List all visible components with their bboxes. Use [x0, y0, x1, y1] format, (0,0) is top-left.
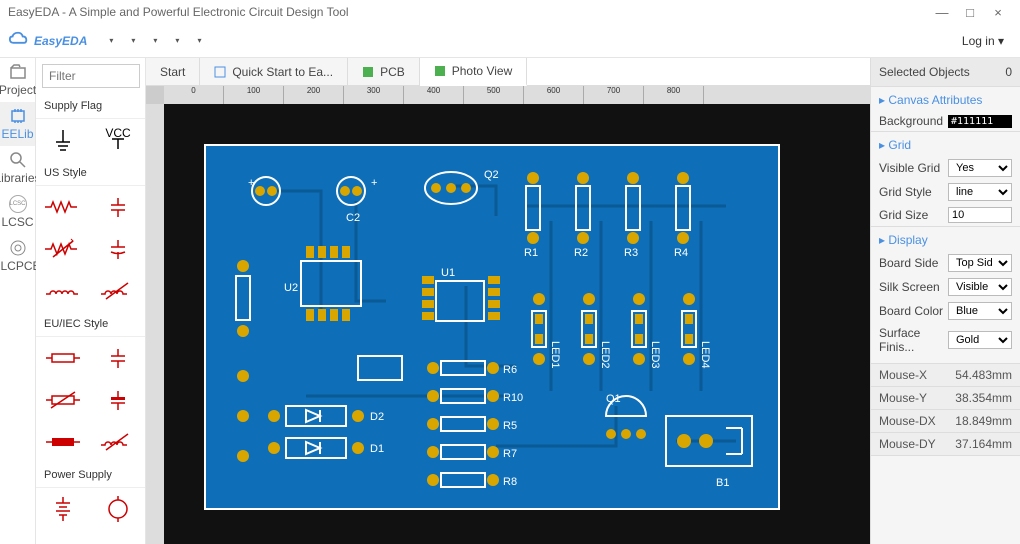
close-button[interactable]: ×	[984, 5, 1012, 20]
svg-text:Q2: Q2	[484, 169, 499, 181]
board-color-select[interactable]: Blue	[948, 302, 1012, 320]
mouse-x: 54.483mm	[955, 368, 1012, 382]
svg-text:D2: D2	[370, 411, 384, 423]
app-title: EasyEDA - A Simple and Powerful Electron…	[8, 5, 349, 19]
svg-text:U2: U2	[284, 282, 298, 294]
symbol-resistor-var-us[interactable]	[36, 228, 91, 270]
symbol-capacitor-eu[interactable]	[91, 337, 146, 379]
tab-start[interactable]: Start	[146, 58, 200, 85]
symbol-capacitor-pol-eu[interactable]	[91, 379, 146, 421]
symbol-resistor-var-eu[interactable]	[36, 379, 91, 421]
svg-text:R4: R4	[674, 247, 688, 259]
symbol-battery[interactable]	[36, 488, 91, 530]
symbol-resistor-fill-eu[interactable]	[36, 421, 91, 463]
group-display[interactable]: ▸ Display	[871, 226, 1020, 251]
properties-panel: Selected Objects 0 ▸ Canvas Attributes Ba…	[870, 58, 1020, 544]
svg-text:LED1: LED1	[549, 341, 561, 369]
svg-text:R2: R2	[574, 247, 588, 259]
lcsc-tab[interactable]: LCSCLCSC	[0, 190, 35, 234]
symbol-ac-source[interactable]	[91, 488, 146, 530]
eelib-tab[interactable]: EELib	[0, 102, 35, 146]
library-panel: Supply Flag VCC US Style EU/IEC Style	[36, 58, 146, 544]
svg-text:R5: R5	[503, 420, 517, 432]
svg-text:+: +	[371, 177, 377, 189]
svg-text:R6: R6	[503, 364, 517, 376]
section-supply-flag: Supply Flag	[36, 94, 145, 119]
symbol-vcc[interactable]: VCC	[91, 119, 146, 161]
selected-count: 0	[1005, 65, 1012, 79]
svg-text:R1: R1	[524, 247, 538, 259]
symbol-capacitor-pol-us[interactable]	[91, 228, 146, 270]
jlcpcb-tab[interactable]: JLCPCB	[0, 234, 35, 278]
ruler-vertical	[146, 104, 164, 544]
grid-size-input[interactable]	[948, 207, 1012, 223]
board-side-select[interactable]: Top Side	[948, 254, 1012, 272]
symbol-inductor-eu[interactable]	[91, 421, 146, 463]
symbol-inductor-var-us[interactable]	[91, 270, 146, 312]
symbol-inductor-us[interactable]	[36, 270, 91, 312]
tab-quickstart[interactable]: Quick Start to Ea...	[200, 58, 348, 85]
svg-text:R8: R8	[503, 476, 517, 488]
bg-value[interactable]: #111111	[948, 115, 1012, 128]
section-eu-style: EU/IEC Style	[36, 312, 145, 337]
ruler-corner	[146, 86, 164, 104]
svg-text:LED4: LED4	[699, 341, 711, 369]
help-menu[interactable]: ?▾	[187, 32, 209, 49]
login-button[interactable]: Log in ▾	[954, 30, 1012, 52]
svg-text:Q1: Q1	[606, 393, 621, 405]
maximize-button[interactable]: □	[956, 5, 984, 20]
visible-grid-select[interactable]: Yes	[948, 159, 1012, 177]
svg-text:D1: D1	[370, 443, 384, 455]
settings-menu[interactable]: ▾	[165, 32, 187, 49]
bg-label: Background	[879, 114, 948, 128]
libraries-tab[interactable]: Libraries	[0, 146, 35, 190]
symbol-resistor-eu[interactable]	[36, 337, 91, 379]
svg-text:VCC: VCC	[105, 126, 131, 140]
section-us-style: US Style	[36, 161, 145, 186]
grid-style-select[interactable]: line	[948, 183, 1012, 201]
svg-text:R3: R3	[624, 247, 638, 259]
svg-text:LED2: LED2	[599, 341, 611, 369]
filter-input[interactable]	[42, 64, 140, 88]
symbol-capacitor-us[interactable]	[91, 186, 146, 228]
svg-text:U1: U1	[441, 267, 455, 279]
group-grid[interactable]: ▸ Grid	[871, 131, 1020, 156]
tab-pcb[interactable]: PCB	[348, 58, 420, 85]
left-sidebar: Project EELib Libraries LCSCLCSC JLCPCB	[0, 58, 36, 544]
silk-screen-select[interactable]: Visible	[948, 278, 1012, 296]
selected-label: Selected Objects	[879, 65, 970, 79]
ruler-horizontal: 0100200300400500600700800	[164, 86, 870, 104]
svg-text:B1: B1	[716, 477, 729, 489]
group-canvas[interactable]: ▸ Canvas Attributes	[871, 86, 1020, 111]
main-toolbar: EasyEDA ▾ ▾ ▾ ▾ ?▾ Log in ▾	[0, 24, 1020, 58]
surface-finish-select[interactable]: Gold	[948, 331, 1012, 349]
pcb-svg: + + C2 Q2 R1 R2 R3 R4 U2 U1	[206, 146, 778, 508]
pcb-board[interactable]: + + C2 Q2 R1 R2 R3 R4 U2 U1	[206, 146, 778, 508]
file-menu[interactable]: ▾	[99, 32, 121, 49]
history-menu[interactable]: ▾	[143, 32, 165, 49]
mouse-dx: 18.849mm	[955, 414, 1012, 428]
section-power-supply: Power Supply	[36, 463, 145, 488]
svg-text:+: +	[248, 177, 254, 189]
tab-bar: Start Quick Start to Ea... PCB Photo Vie…	[146, 58, 870, 86]
view-menu[interactable]: ▾	[121, 32, 143, 49]
mouse-y: 38.354mm	[955, 391, 1012, 405]
canvas[interactable]: 0100200300400500600700800 + + C2 Q2 R1	[146, 86, 870, 544]
svg-text:R7: R7	[503, 448, 517, 460]
logo[interactable]: EasyEDA	[8, 30, 87, 52]
titlebar: EasyEDA - A Simple and Powerful Electron…	[0, 0, 1020, 24]
symbol-resistor-us[interactable]	[36, 186, 91, 228]
svg-text:LED3: LED3	[649, 341, 661, 369]
minimize-button[interactable]: —	[928, 5, 956, 20]
symbol-gnd[interactable]	[36, 119, 91, 161]
tab-photoview[interactable]: Photo View	[420, 58, 528, 86]
svg-text:C2: C2	[346, 212, 360, 224]
project-tab[interactable]: Project	[0, 58, 35, 102]
mouse-dy: 37.164mm	[955, 437, 1012, 451]
svg-text:R10: R10	[503, 392, 523, 404]
